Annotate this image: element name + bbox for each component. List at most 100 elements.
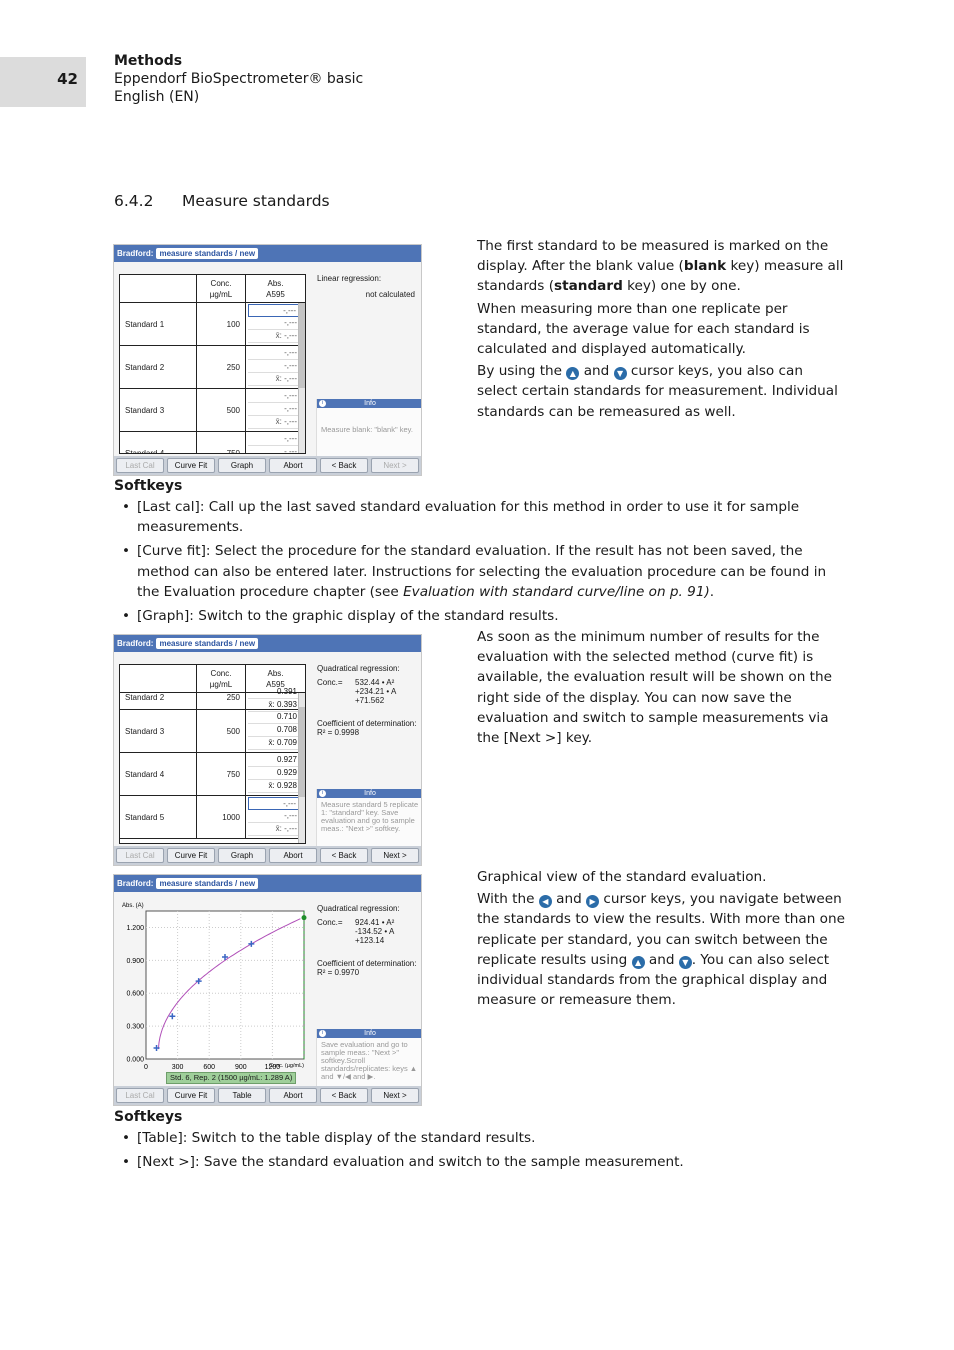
regression-panel: Linear regression: not calculated bbox=[317, 274, 421, 299]
softkey-next[interactable]: Next > bbox=[371, 1088, 419, 1103]
col-abs-unit: A595 bbox=[266, 290, 285, 299]
scrollbar[interactable] bbox=[298, 693, 305, 843]
screen-table-empty: Bradford: measure standards / new Conc. µ… bbox=[113, 244, 422, 476]
replicate-value[interactable]: -,--- bbox=[248, 810, 299, 823]
breadcrumb: measure standards / new bbox=[156, 878, 259, 889]
left-arrow-icon: ◀ bbox=[538, 895, 552, 909]
standard-name: Standard 3 bbox=[120, 389, 197, 431]
standard-conc: 250 bbox=[197, 346, 246, 388]
softkey-bar: Last Cal Curve Fit Graph Abort < Back Next > bbox=[114, 846, 421, 865]
chapter-title: Methods bbox=[114, 53, 183, 69]
standard-name: Standard 2 bbox=[120, 346, 197, 388]
standard-name: Standard 1 bbox=[120, 303, 197, 345]
replicate-value[interactable]: 0.708 bbox=[248, 724, 299, 737]
standards-table: Conc. µg/mL Abs. A595 Standard 1 100 -,--- -,… bbox=[119, 274, 306, 454]
softkey-last-cal[interactable]: Last Cal bbox=[116, 848, 164, 863]
table-row[interactable]: Standard 3 500 -,--- -,--- x̄: -,--- bbox=[120, 389, 305, 432]
replicate-value[interactable]: -,--- bbox=[248, 433, 299, 446]
replicate-value[interactable]: 0.927 bbox=[248, 754, 299, 767]
breadcrumb: measure standards / new bbox=[156, 248, 259, 259]
app-name: Bradford: bbox=[117, 879, 154, 888]
softkey-curve-fit[interactable]: Curve Fit bbox=[167, 848, 215, 863]
standard-name: Standard 4 bbox=[120, 432, 197, 453]
col-abs: Abs. bbox=[267, 279, 284, 288]
softkey-graph[interactable]: Graph bbox=[218, 848, 266, 863]
softkey-table[interactable]: Table bbox=[218, 1088, 266, 1103]
table-row[interactable]: Standard 1 100 -,--- -,--- x̄: -,--- bbox=[120, 303, 305, 346]
down-arrow-icon: ▼ bbox=[678, 955, 692, 969]
breadcrumb: measure standards / new bbox=[156, 638, 259, 649]
replicate-value[interactable]: -,--- bbox=[248, 317, 299, 330]
up-arrow-icon: ▲ bbox=[566, 367, 580, 381]
replicate-value[interactable]: x̄: -,--- bbox=[248, 330, 299, 343]
table-row[interactable]: Standard 4750-,----,---x̄: -,--- bbox=[120, 432, 305, 453]
info-icon: i bbox=[319, 400, 326, 407]
table-row[interactable]: Standard 2 250 0.391 x̄: 0.393 bbox=[120, 685, 305, 712]
softkey-curve-fit[interactable]: Curve Fit bbox=[167, 1088, 215, 1103]
softkey-abort[interactable]: Abort bbox=[269, 1088, 317, 1103]
replicate-value[interactable]: -,--- bbox=[248, 797, 299, 810]
standard-conc: 500 bbox=[197, 710, 246, 752]
standard-name: Standard 4 bbox=[120, 753, 197, 795]
softkey-graph[interactable]: Graph bbox=[218, 458, 266, 473]
titlebar: Bradford: measure standards / new bbox=[114, 245, 421, 262]
replicate-value[interactable]: -,--- bbox=[248, 347, 299, 360]
table-row[interactable]: Standard 3 500 0.710 0.708 x̄: 0.709 bbox=[120, 710, 305, 753]
replicate-value[interactable]: -,--- bbox=[248, 304, 299, 317]
table-row[interactable]: Standard 4 750 0.927 0.929 x̄: 0.928 bbox=[120, 753, 305, 796]
replicate-value[interactable]: -,--- bbox=[248, 403, 299, 416]
softkey-next[interactable]: Next > bbox=[371, 458, 419, 473]
softkey-back[interactable]: < Back bbox=[320, 458, 368, 473]
replicate-value[interactable]: x̄: -,--- bbox=[248, 373, 299, 386]
softkey-abort[interactable]: Abort bbox=[269, 848, 317, 863]
regression-title: Linear regression: bbox=[317, 274, 382, 283]
standards-table: Conc. µg/mL Abs. A595 Standard 2 250 0.391… bbox=[119, 664, 306, 844]
plot-area bbox=[145, 910, 305, 1060]
softkey-back[interactable]: < Back bbox=[320, 1088, 368, 1103]
replicate-value[interactable]: x̄: 0.709 bbox=[248, 737, 299, 750]
softkeys-list: [Last cal]: Call up the last saved stand… bbox=[122, 497, 832, 630]
softkey-last-cal[interactable]: Last Cal bbox=[116, 458, 164, 473]
x-tick-label: 600 bbox=[203, 1064, 215, 1071]
running-header: Methods Eppendorf BioSpectrometer® basic… bbox=[114, 52, 363, 106]
standard-name: Standard 5 bbox=[120, 796, 197, 838]
replicate-value[interactable]: 0.929 bbox=[248, 767, 299, 780]
replicate-value[interactable]: -,--- bbox=[248, 360, 299, 373]
list-item: [Curve fit]: Select the procedure for th… bbox=[122, 541, 832, 602]
list-item: [Table]: Switch to the table display of … bbox=[122, 1128, 832, 1148]
x-axis-label: Conc. (µg/mL) bbox=[269, 1063, 304, 1069]
replicate-value[interactable]: x̄: 0.928 bbox=[248, 780, 299, 793]
standard-name: Standard 3 bbox=[120, 710, 197, 752]
y-axis-label: Abs. (A) bbox=[122, 903, 144, 909]
language: English (EN) bbox=[114, 89, 200, 105]
right-arrow-icon: ▶ bbox=[586, 895, 600, 909]
y-tick-label: 0.300 bbox=[126, 1024, 144, 1031]
standard-curve-chart[interactable]: 0 300 600 900 12000.0000.3000.6000.9001.200A… bbox=[114, 893, 314, 1088]
scrollbar[interactable] bbox=[298, 303, 305, 453]
info-message: Measure blank: "blank" key. bbox=[321, 425, 413, 434]
list-item: [Graph]: Switch to the graphic display o… bbox=[122, 606, 832, 626]
y-tick-label: 0.900 bbox=[126, 958, 144, 965]
softkey-curve-fit[interactable]: Curve Fit bbox=[167, 458, 215, 473]
softkey-back[interactable]: < Back bbox=[320, 848, 368, 863]
info-icon: i bbox=[319, 790, 326, 797]
screen-graph: Bradford: measure standards / new 0 300 60… bbox=[113, 874, 422, 1106]
page-number: 42 bbox=[57, 70, 78, 88]
softkey-next[interactable]: Next > bbox=[371, 848, 419, 863]
softkey-bar: Last Cal Curve Fit Graph Abort < Back Next > bbox=[114, 456, 421, 475]
table-row[interactable]: Standard 2 250 -,--- -,--- x̄: -,--- bbox=[120, 346, 305, 389]
up-arrow-icon: ▲ bbox=[631, 955, 645, 969]
table-row[interactable]: Standard 5 1000 -,--- -,--- x̄: -,--- bbox=[120, 796, 305, 839]
regression-value: not calculated bbox=[365, 290, 415, 299]
section-title: Measure standards bbox=[182, 192, 330, 210]
page-tab: 42 bbox=[0, 57, 86, 107]
replicate-value[interactable]: x̄: -,--- bbox=[248, 416, 299, 429]
replicate-value[interactable]: -,--- bbox=[248, 446, 299, 453]
replicate-value[interactable]: x̄: -,--- bbox=[248, 823, 299, 836]
replicate-value[interactable]: 0.710 bbox=[248, 711, 299, 724]
softkeys-heading: Softkeys bbox=[114, 1109, 183, 1125]
softkey-abort[interactable]: Abort bbox=[269, 458, 317, 473]
softkey-last-cal[interactable]: Last Cal bbox=[116, 1088, 164, 1103]
replicate-value[interactable]: -,--- bbox=[248, 390, 299, 403]
graph-text: Graphical view of the standard evaluatio… bbox=[477, 869, 845, 1009]
